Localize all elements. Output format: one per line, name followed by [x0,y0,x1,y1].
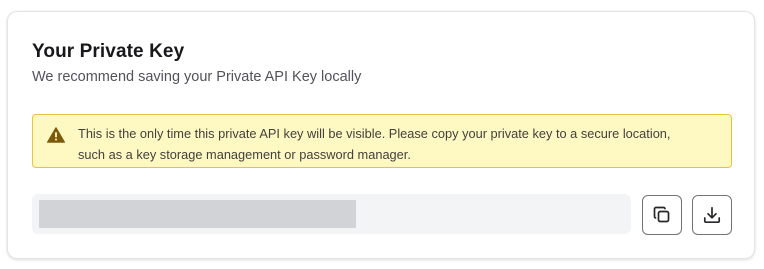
warning-alert-text: This is the only time this private API k… [78,126,671,162]
warning-triangle-icon [47,127,65,143]
card-subtitle: We recommend saving your Private API Key… [32,69,362,85]
copy-key-button[interactable] [642,195,682,235]
card-title: Your Private Key [32,41,185,62]
masked-private-key [39,200,356,228]
warning-alert: This is the only time this private API k… [32,114,732,168]
private-key-card: Your Private Key We recommend saving you… [7,11,755,259]
download-key-button[interactable] [692,195,732,235]
download-icon [703,206,721,224]
copy-icon [653,206,671,224]
private-key-field[interactable] [32,194,631,234]
